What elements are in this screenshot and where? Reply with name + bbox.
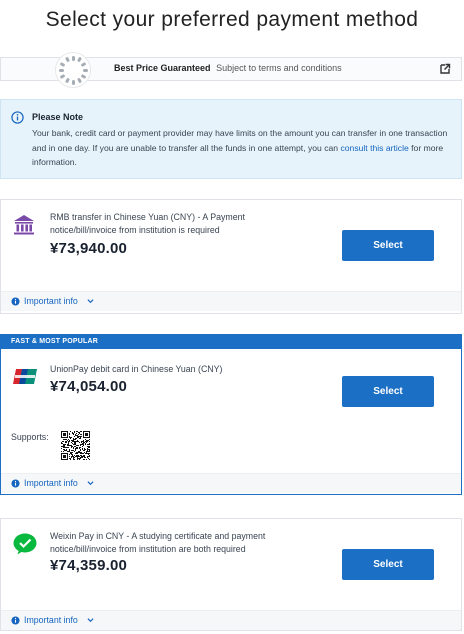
- payment-price: ¥74,359.00: [50, 557, 128, 574]
- payment-description: RMB transfer in Chinese Yuan (CNY) - A P…: [50, 212, 245, 235]
- external-link-icon[interactable]: [439, 63, 451, 75]
- seal-dot: [59, 73, 66, 79]
- payment-description: Weixin Pay in CNY - A studying certifica…: [50, 531, 266, 554]
- seal-dot: [82, 68, 88, 72]
- price-guarantee-bar: Best Price Guaranteed Subject to terms a…: [0, 52, 462, 88]
- info-icon: [11, 616, 20, 625]
- seal-dot: [58, 68, 64, 72]
- wechat-pay-icon: [13, 533, 37, 555]
- seal-dot: [80, 73, 87, 79]
- seal-dot: [64, 77, 70, 84]
- bank-icon: [14, 215, 34, 235]
- chevron-down-icon: [87, 618, 94, 623]
- select-button[interactable]: Select: [342, 549, 434, 580]
- seal-dot: [64, 56, 70, 63]
- select-button[interactable]: Select: [342, 376, 434, 407]
- consult-link[interactable]: consult: [340, 143, 367, 153]
- note-body: Your bank, credit card or payment provid…: [32, 126, 452, 170]
- important-info-label[interactable]: Important info: [24, 478, 78, 488]
- unionpay-icon: [13, 369, 37, 384]
- select-button[interactable]: Select: [342, 230, 434, 261]
- note-title: Please Note: [32, 112, 84, 122]
- payment-description: UnionPay debit card in Chinese Yuan (CNY…: [50, 364, 223, 374]
- chevron-down-icon: [87, 299, 94, 304]
- guarantee-seal-icon: [55, 52, 91, 88]
- guarantee-terms: Subject to terms and conditions: [216, 63, 342, 73]
- info-icon: [11, 297, 20, 306]
- seal-dot: [76, 56, 82, 63]
- featured-banner: FAST & MOST POPULAR: [1, 335, 461, 349]
- seal-dot: [59, 61, 66, 67]
- payment-option-weixin-pay: Weixin Pay in CNY - A studying certifica…: [0, 518, 462, 631]
- important-info-label[interactable]: Important info: [24, 615, 78, 625]
- this-article-link[interactable]: this article: [370, 143, 409, 153]
- chevron-down-icon: [87, 481, 94, 486]
- seal-dot: [71, 55, 75, 61]
- info-icon: [11, 111, 24, 124]
- important-info-toggle[interactable]: Important info: [1, 291, 461, 311]
- important-info-toggle[interactable]: Important info: [1, 473, 461, 493]
- important-info-label[interactable]: Important info: [24, 296, 78, 306]
- payment-price: ¥73,940.00: [50, 240, 128, 257]
- supports-label: Supports:: [11, 432, 49, 442]
- please-note-box: Please Note Your bank, credit card or pa…: [0, 99, 462, 179]
- seal-dot: [80, 61, 87, 67]
- page-title: Select your preferred payment method: [45, 8, 419, 31]
- info-icon: [11, 479, 20, 488]
- qr-code-icon: [61, 431, 90, 460]
- guarantee-title: Best Price Guaranteed: [114, 63, 211, 73]
- guarantee-text: Best Price Guaranteed Subject to terms a…: [114, 63, 342, 73]
- seal-dot: [71, 79, 75, 85]
- seal-dot: [76, 77, 82, 84]
- important-info-toggle[interactable]: Important info: [1, 610, 461, 630]
- payment-option-unionpay: FAST & MOST POPULAR UnionPay debit card …: [0, 334, 462, 495]
- payment-option-rmb-transfer: RMB transfer in Chinese Yuan (CNY) - A P…: [0, 199, 462, 314]
- payment-price: ¥74,054.00: [50, 378, 128, 395]
